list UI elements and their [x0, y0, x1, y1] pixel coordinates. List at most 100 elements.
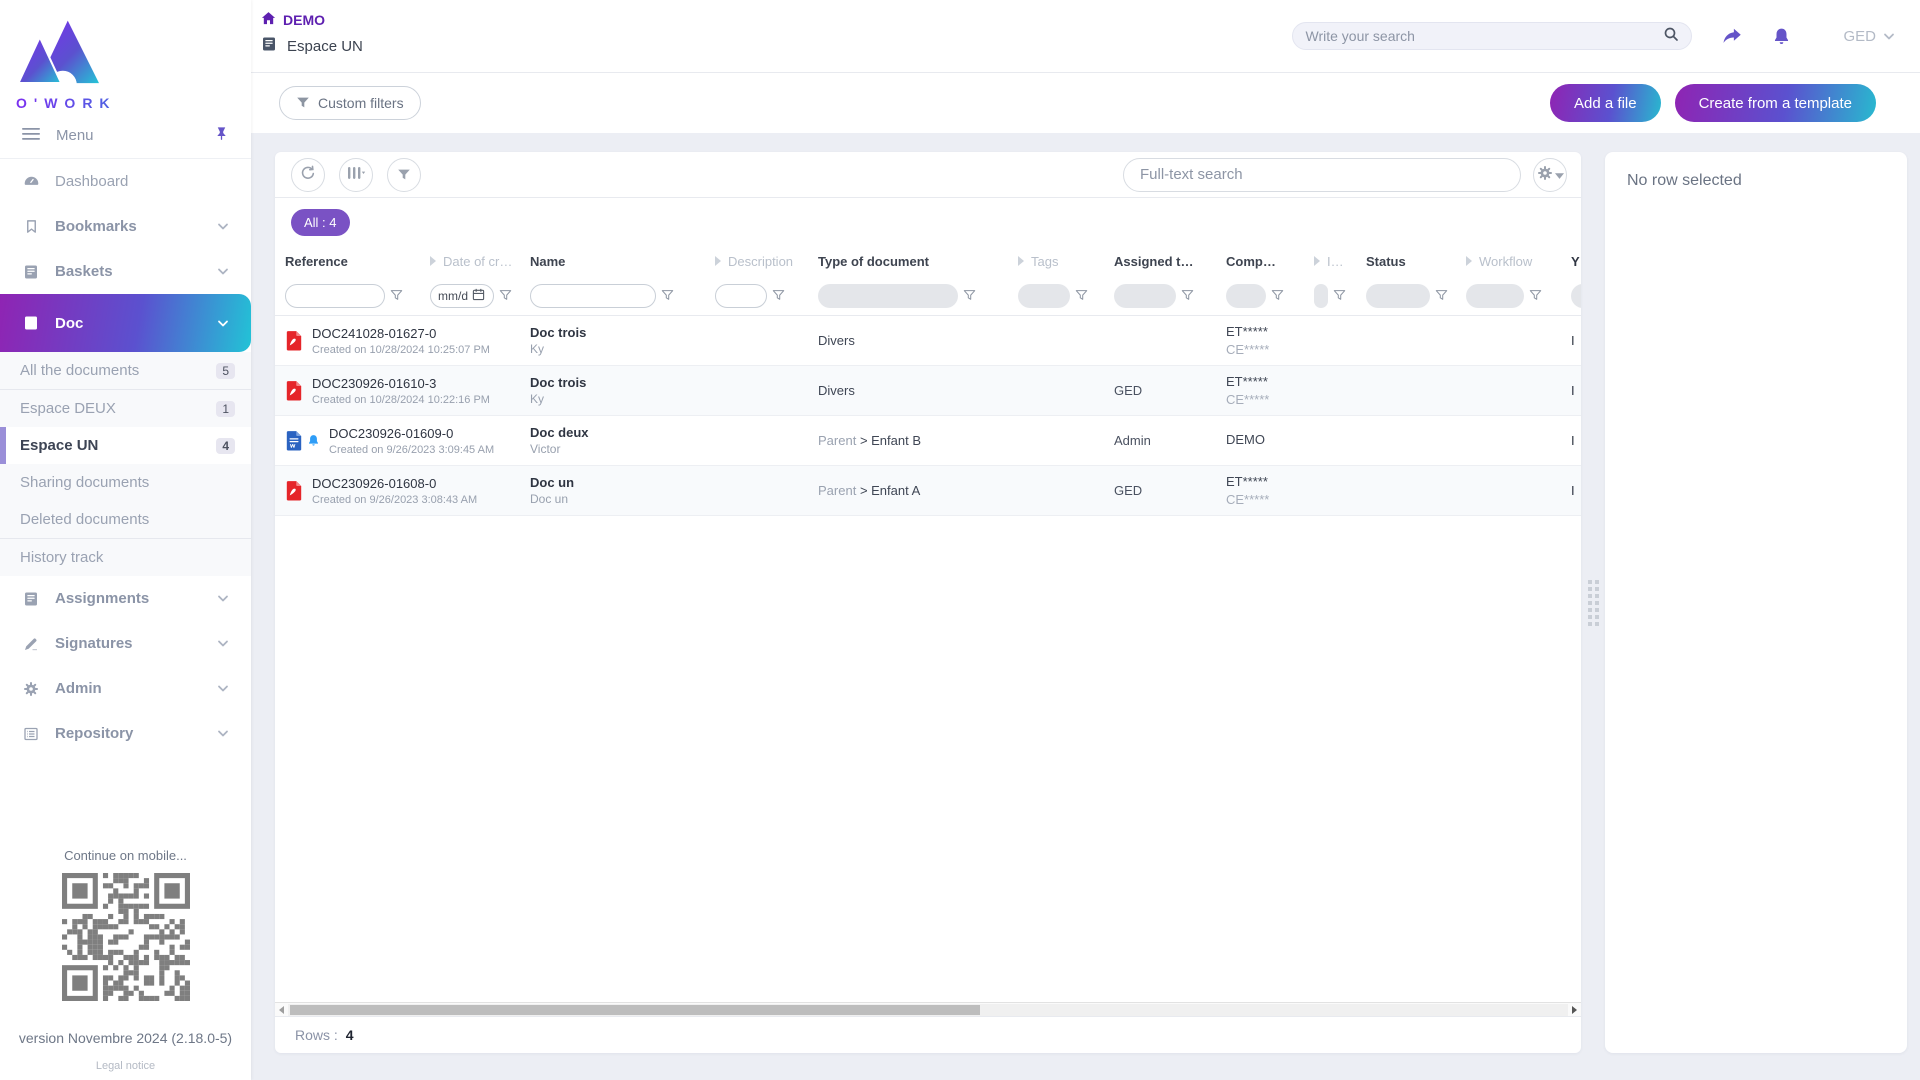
- funnel-icon[interactable]: [499, 289, 512, 302]
- sidebar-item-repository[interactable]: Repository: [0, 711, 251, 756]
- scroll-left-arrow-icon[interactable]: [275, 1006, 288, 1014]
- share-icon[interactable]: [1722, 26, 1742, 46]
- funnel-icon[interactable]: [963, 289, 976, 302]
- arrow-right-icon: [1018, 256, 1024, 266]
- content: All : 4 ReferenceDate of cr…NameDescript…: [251, 133, 1920, 1080]
- filter-input[interactable]: [285, 284, 385, 308]
- breadcrumb-workspace[interactable]: DEMO: [261, 11, 363, 29]
- column-header-name[interactable]: Name: [530, 254, 715, 269]
- pin-icon[interactable]: [214, 126, 229, 145]
- qr-code: [0, 873, 251, 1006]
- table-filter-row: mm/d: [275, 276, 1581, 316]
- sidebar-item-baskets[interactable]: Baskets: [0, 249, 251, 294]
- sidebar-item-dashboard[interactable]: Dashboard: [0, 159, 251, 204]
- filter-select[interactable]: [1366, 284, 1430, 308]
- sidebar-subitem-history-track[interactable]: History track: [0, 539, 251, 576]
- chevron-down-icon: [217, 315, 229, 332]
- hamburger-icon[interactable]: [22, 127, 40, 145]
- funnel-icon[interactable]: [1075, 289, 1088, 302]
- global-search-input[interactable]: [1305, 28, 1663, 44]
- sidebar-item-assignments[interactable]: Assignments: [0, 576, 251, 621]
- column-header-tags[interactable]: Tags: [1018, 254, 1114, 269]
- date-filter-input[interactable]: mm/d: [430, 284, 494, 308]
- scroll-right-arrow-icon[interactable]: [1568, 1006, 1581, 1014]
- table-row[interactable]: DOC230926-01610-3Created on 10/28/2024 1…: [275, 366, 1581, 416]
- filter-select[interactable]: [1226, 284, 1266, 308]
- type-name: > Enfant A: [860, 483, 920, 498]
- sidebar-subitem-espace-deux[interactable]: Espace DEUX1: [0, 390, 251, 427]
- funnel-icon[interactable]: [1435, 289, 1448, 302]
- pdf-file-icon: [285, 480, 303, 502]
- column-header-label: Assigned t…: [1114, 254, 1193, 269]
- filter-input[interactable]: [530, 284, 656, 308]
- filter-select[interactable]: [1114, 284, 1176, 308]
- create-template-button[interactable]: Create from a template: [1675, 84, 1876, 122]
- columns-button[interactable]: [339, 158, 373, 192]
- column-header-workflow[interactable]: Workflow: [1466, 254, 1565, 269]
- user-menu[interactable]: GED: [1843, 28, 1895, 45]
- table-row[interactable]: DOC230926-01609-0Created on 9/26/2023 3:…: [275, 416, 1581, 466]
- type-cell: Divers: [818, 383, 1018, 398]
- filter-select[interactable]: [1571, 284, 1581, 308]
- name-cell: Doc deuxVictor: [530, 425, 715, 456]
- refresh-button[interactable]: [291, 158, 325, 192]
- topbar: DEMO Espace UN GED: [251, 0, 1920, 73]
- column-header-i-[interactable]: I…: [1314, 254, 1366, 269]
- sidebar-item-doc[interactable]: Doc: [0, 294, 251, 352]
- funnel-icon[interactable]: [390, 289, 403, 302]
- sidebar-item-bookmarks[interactable]: Bookmarks: [0, 204, 251, 249]
- table-row[interactable]: DOC230926-01608-0Created on 9/26/2023 3:…: [275, 466, 1581, 516]
- arrow-right-icon: [430, 256, 436, 266]
- sidebar-subitem-deleted-documents[interactable]: Deleted documents: [0, 501, 251, 538]
- funnel-icon[interactable]: [1181, 289, 1194, 302]
- table-row[interactable]: DOC241028-01627-0Created on 10/28/2024 1…: [275, 316, 1581, 366]
- filter-toggle-button[interactable]: [387, 158, 421, 192]
- filter-select[interactable]: [1466, 284, 1524, 308]
- panel-splitter[interactable]: [1581, 152, 1605, 1053]
- column-filter-cell: [1466, 284, 1565, 308]
- fulltext-search-input[interactable]: [1123, 158, 1521, 192]
- legal-notice-link[interactable]: Legal notice: [0, 1060, 251, 1072]
- brand-name: O'WORK: [16, 95, 251, 111]
- sidebar-subitem-label: Espace DEUX: [20, 400, 216, 417]
- column-header-y-[interactable]: Y…: [1565, 254, 1581, 269]
- filter-input[interactable]: [715, 284, 767, 308]
- search-icon[interactable]: [1663, 26, 1679, 47]
- funnel-icon[interactable]: [1529, 289, 1542, 302]
- sidebar-item-signatures[interactable]: Signatures: [0, 621, 251, 666]
- horizontal-scrollbar[interactable]: [275, 1002, 1581, 1016]
- add-file-button[interactable]: Add a file: [1550, 84, 1661, 122]
- all-filter-chip[interactable]: All : 4: [291, 209, 350, 236]
- action-buttons: Add a file Create from a template: [1550, 84, 1876, 122]
- filter-select[interactable]: [1314, 284, 1328, 308]
- column-header-description[interactable]: Description: [715, 254, 818, 269]
- filter-select[interactable]: [1018, 284, 1070, 308]
- actionbar: Custom filters Add a file Create from a …: [251, 73, 1920, 133]
- sidebar-subitem-all-the-documents[interactable]: All the documents5: [0, 352, 251, 389]
- funnel-icon[interactable]: [661, 289, 674, 302]
- column-header-reference[interactable]: Reference: [285, 254, 430, 269]
- column-header-assigned-t-[interactable]: Assigned t…: [1114, 254, 1226, 269]
- column-header-comp-[interactable]: Comp…: [1226, 254, 1314, 269]
- custom-filters-button[interactable]: Custom filters: [279, 86, 421, 120]
- column-header-status[interactable]: Status: [1366, 254, 1466, 269]
- column-filter-cell: [1366, 284, 1466, 308]
- funnel-icon[interactable]: [1271, 289, 1284, 302]
- column-header-date-of-cr-[interactable]: Date of cr…: [430, 254, 530, 269]
- scrollbar-thumb[interactable]: [290, 1005, 980, 1015]
- rows-count: 4: [346, 1027, 354, 1043]
- sidebar-subitem-label: All the documents: [20, 362, 216, 379]
- filter-select[interactable]: [818, 284, 958, 308]
- document-subtitle: Victor: [530, 442, 709, 456]
- scrollbar-track[interactable]: [288, 1004, 1568, 1016]
- sidebar-subitem-espace-un[interactable]: Espace UN4: [0, 427, 251, 464]
- sidebar-subitem-sharing-documents[interactable]: Sharing documents: [0, 464, 251, 501]
- document-name: Doc trois: [530, 375, 709, 390]
- bell-icon[interactable]: [1772, 27, 1791, 46]
- funnel-icon[interactable]: [772, 289, 785, 302]
- funnel-icon[interactable]: [1333, 289, 1346, 302]
- table-settings-button[interactable]: [1533, 158, 1567, 192]
- column-header-type-of-document[interactable]: Type of document: [818, 254, 1018, 269]
- table-header-row: ReferenceDate of cr…NameDescriptionType …: [275, 246, 1581, 276]
- sidebar-item-admin[interactable]: Admin: [0, 666, 251, 711]
